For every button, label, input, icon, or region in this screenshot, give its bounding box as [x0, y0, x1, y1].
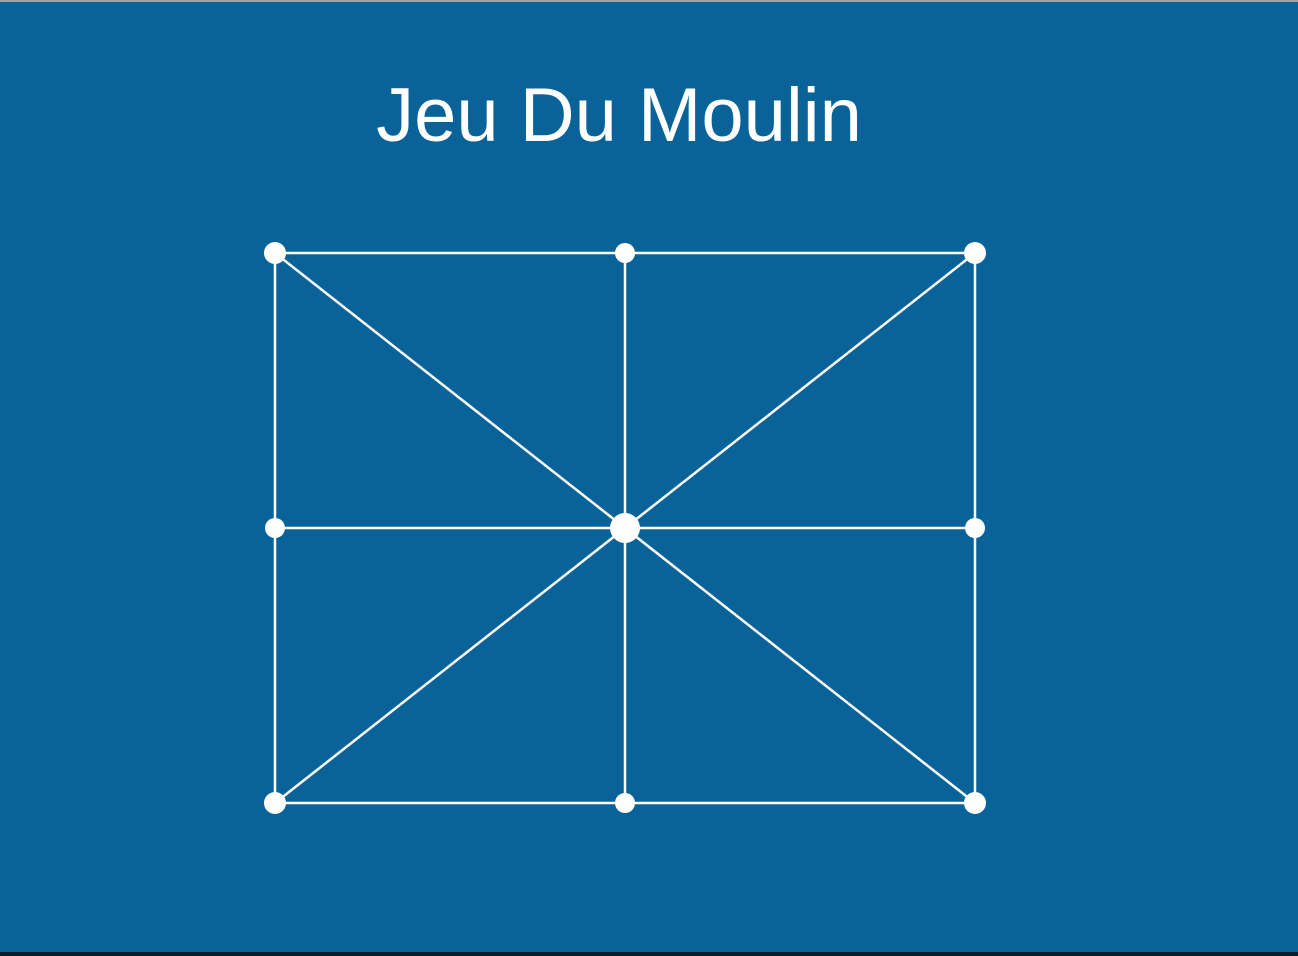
- board-point-top-right[interactable]: [964, 242, 986, 264]
- board-point-middle-left[interactable]: [265, 518, 285, 538]
- board-point-middle-right[interactable]: [965, 518, 985, 538]
- board-point-top-center[interactable]: [615, 243, 635, 263]
- board-point-bottom-center[interactable]: [615, 793, 635, 813]
- game-window: Jeu Du Moulin: [0, 2, 1298, 952]
- board-point-bottom-right[interactable]: [964, 792, 986, 814]
- board-point-bottom-left[interactable]: [264, 792, 286, 814]
- board-point-top-left[interactable]: [264, 242, 286, 264]
- board-point-center[interactable]: [610, 513, 640, 543]
- game-board: [264, 242, 986, 814]
- window-bottom-edge: [0, 952, 1298, 956]
